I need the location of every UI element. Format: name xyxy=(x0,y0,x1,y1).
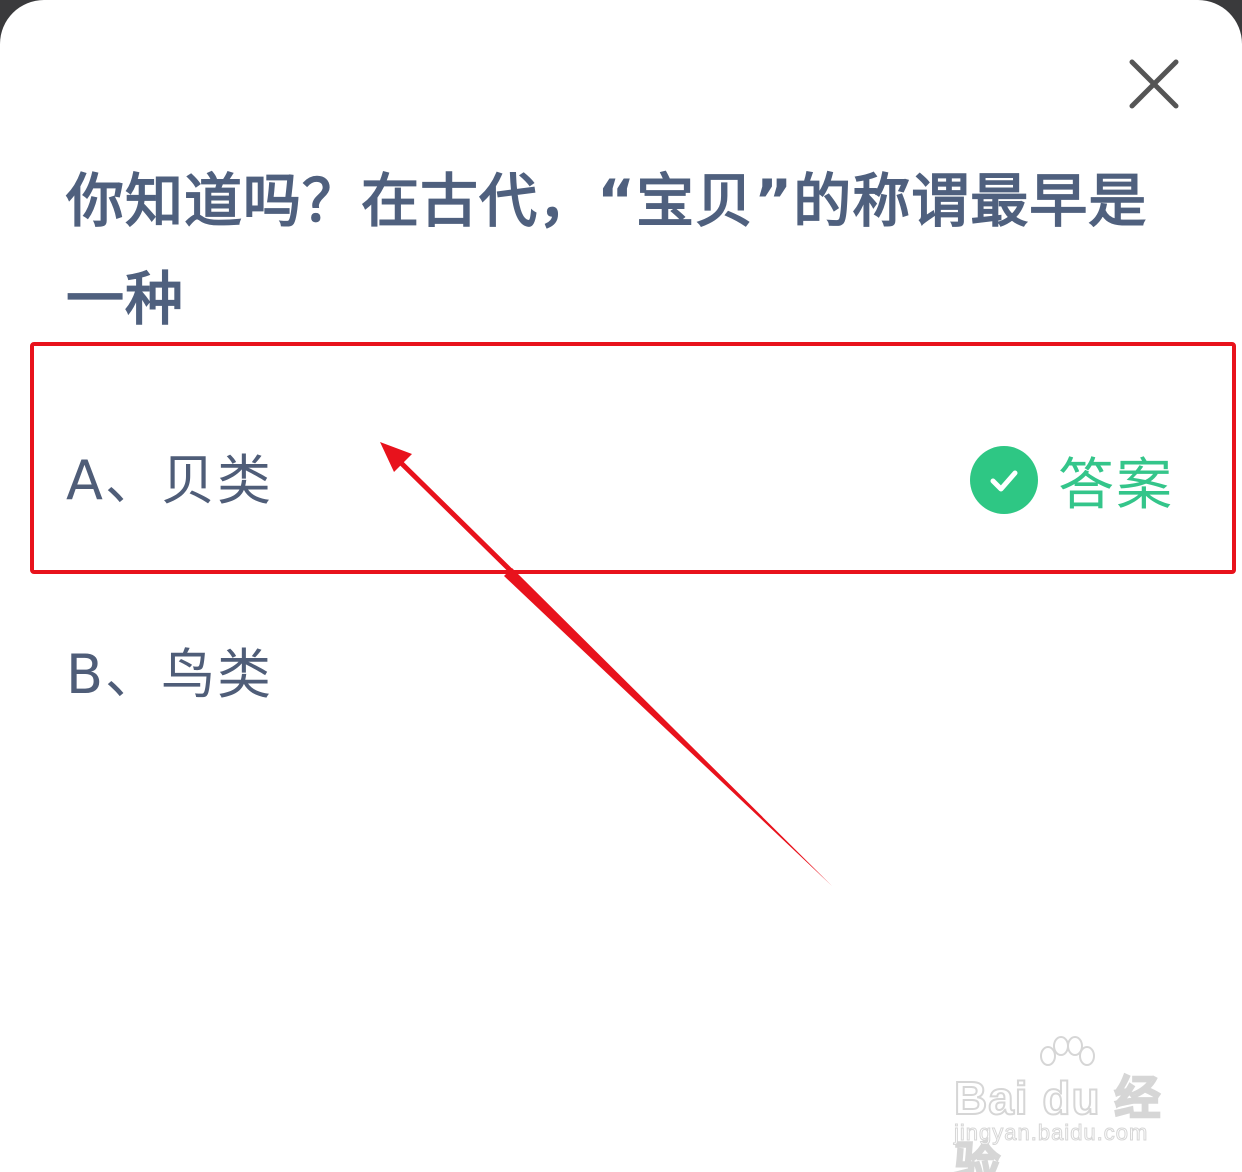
close-icon xyxy=(1129,59,1179,109)
answer-tag: 答案 xyxy=(970,444,1174,518)
watermark-url: jingyan.baidu.com xyxy=(953,1120,1149,1146)
option-a-label: A、贝类 xyxy=(66,449,273,512)
option-b-label: B、鸟类 xyxy=(66,643,274,706)
watermark-brand: Bai du 经验 xyxy=(953,1071,1162,1172)
quiz-sheet: 你知道吗？在古代，“宝贝”的称谓最早是 一种 A、贝类 答案 B、鸟类 Bai xyxy=(0,0,1242,1172)
answer-label: 答案 xyxy=(1058,452,1174,518)
question-text: 你知道吗？在古代，“宝贝”的称谓最早是 一种 xyxy=(66,152,1176,348)
close-button[interactable] xyxy=(1120,50,1188,118)
check-circle-icon xyxy=(970,446,1038,514)
option-a[interactable]: A、贝类 答案 xyxy=(0,426,1242,536)
option-b[interactable]: B、鸟类 xyxy=(0,620,1242,730)
watermark: Bai du 经验 jingyan.baidu.com xyxy=(950,1036,1190,1172)
question-line-2: 一种 xyxy=(66,265,185,333)
question-line-1: 你知道吗？在古代，“宝贝”的称谓最早是 xyxy=(66,167,1148,235)
